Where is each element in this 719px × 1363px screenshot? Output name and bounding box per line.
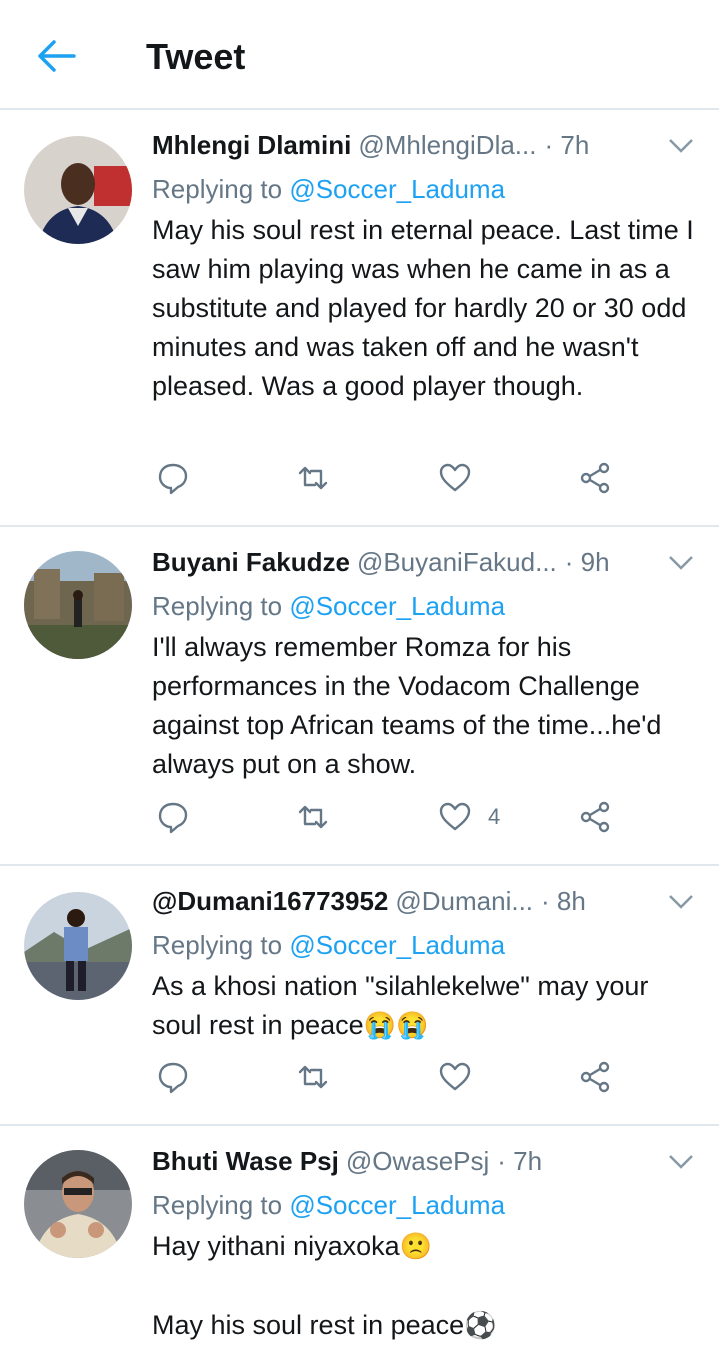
- retweet-icon[interactable]: [296, 1060, 330, 1094]
- author-name[interactable]: @Dumani16773952: [152, 886, 388, 917]
- tweet-text: As a khosi nation "silahlekelwe" may you…: [152, 971, 649, 1040]
- action-bar: [152, 461, 632, 501]
- share-icon[interactable]: [578, 800, 612, 834]
- like-heart-icon[interactable]: [438, 461, 488, 495]
- action-bar: 4: [152, 800, 632, 840]
- replying-to-mention[interactable]: @Soccer_Laduma: [289, 591, 505, 621]
- retweet-icon[interactable]: [296, 461, 330, 495]
- action-bar: [152, 1060, 632, 1100]
- retweet-icon[interactable]: [296, 800, 330, 834]
- author-name[interactable]: Bhuti Wase Psj: [152, 1146, 339, 1177]
- reply-icon[interactable]: [156, 461, 190, 495]
- tweet-text: May his soul rest in eternal peace. Last…: [152, 215, 694, 401]
- timestamp: · 7h: [544, 130, 590, 160]
- back-arrow-icon[interactable]: [34, 36, 78, 76]
- author-handle: @MhlengiDla...: [358, 130, 537, 160]
- timestamp: · 7h: [497, 1146, 543, 1176]
- author-name[interactable]: Mhlengi Dlamini: [152, 130, 351, 161]
- chevron-down-icon[interactable]: [667, 136, 695, 156]
- tweet-item[interactable]: Bhuti Wase Psj @OwasePsj · 7h Replying t…: [0, 1126, 719, 1363]
- tweet-item[interactable]: Buyani Fakudze @BuyaniFakud... · 9h Repl…: [0, 527, 719, 866]
- author-handle: @Dumani...: [395, 886, 534, 916]
- sad-face-emoji: 🙁: [399, 1231, 433, 1261]
- author-handle: @BuyaniFakud...: [356, 547, 557, 577]
- tweet-item[interactable]: Mhlengi Dlamini @MhlengiDla... · 7h Repl…: [0, 110, 719, 527]
- avatar[interactable]: [24, 1150, 132, 1258]
- tweet-text: I'll always remember Romza for his perfo…: [152, 632, 662, 779]
- replying-to: Replying to @Soccer_Laduma: [152, 930, 506, 960]
- chevron-down-icon[interactable]: [667, 892, 695, 912]
- avatar[interactable]: [24, 892, 132, 1000]
- replying-to: Replying to @Soccer_Laduma: [152, 591, 506, 621]
- author-handle: @OwasePsj: [345, 1146, 490, 1176]
- chevron-down-icon[interactable]: [667, 553, 695, 573]
- like-heart-icon[interactable]: 4: [438, 800, 500, 834]
- replying-to: Replying to @Soccer_Laduma: [152, 174, 506, 204]
- tweet-item[interactable]: @Dumani16773952 @Dumani... · 8h Replying…: [0, 866, 719, 1126]
- timestamp: · 8h: [541, 886, 586, 916]
- replying-to-mention[interactable]: @Soccer_Laduma: [289, 1190, 505, 1220]
- page-title: Tweet: [146, 36, 246, 77]
- reply-icon[interactable]: [156, 800, 190, 834]
- share-icon[interactable]: [578, 1060, 612, 1094]
- replying-to: Replying to @Soccer_Laduma: [152, 1190, 506, 1220]
- chevron-down-icon[interactable]: [667, 1152, 695, 1172]
- avatar[interactable]: [24, 136, 132, 244]
- tweet-text: Hay yithani niyaxoka🙁: [152, 1231, 433, 1261]
- like-heart-icon[interactable]: [438, 1060, 488, 1094]
- crying-face-emoji: 😭😭: [363, 1010, 429, 1040]
- author-name[interactable]: Buyani Fakudze: [152, 547, 350, 578]
- reply-icon[interactable]: [156, 1060, 190, 1094]
- replying-to-mention[interactable]: @Soccer_Laduma: [289, 174, 505, 204]
- avatar[interactable]: [24, 551, 132, 659]
- replying-to-mention[interactable]: @Soccer_Laduma: [289, 930, 505, 960]
- timestamp: · 9h: [564, 547, 610, 577]
- soccer-ball-emoji: ⚽: [464, 1310, 497, 1340]
- tweet-text-line-2: May his soul rest in peace⚽: [152, 1310, 497, 1340]
- like-count: 4: [488, 804, 501, 829]
- share-icon[interactable]: [578, 461, 612, 495]
- top-bar: Tweet: [0, 0, 719, 110]
